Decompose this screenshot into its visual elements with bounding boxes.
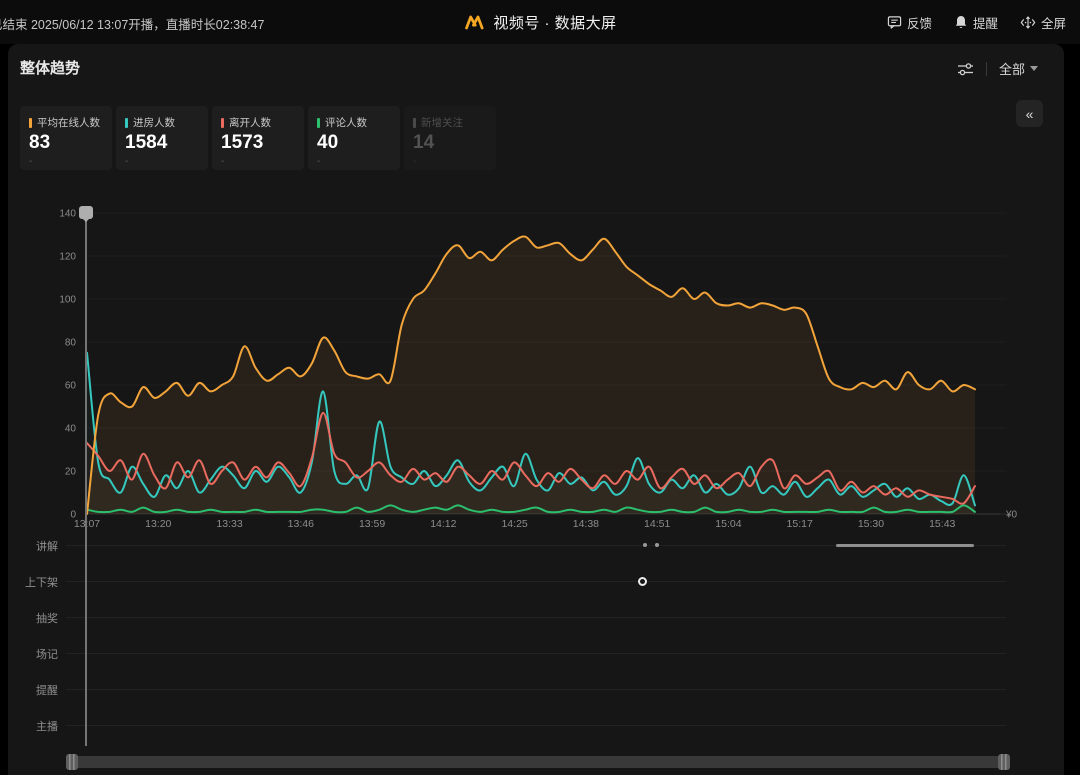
- series-color-marker: [29, 118, 32, 128]
- controls-divider: [986, 62, 987, 76]
- stat-card-head: 平均在线人数: [29, 115, 112, 130]
- alerts-button[interactable]: 提醒: [954, 13, 998, 32]
- stat-sub: -: [125, 156, 208, 167]
- track-label-3: 场记: [0, 646, 58, 662]
- series-color-marker: [317, 118, 320, 128]
- series-color-marker: [221, 118, 224, 128]
- track-label-1: 上下架: [0, 574, 58, 590]
- dashboard-root: 已结束 2025/06/12 13:07开播，直播时长02:38:47 视频号 …: [0, 0, 1080, 775]
- stat-value: 1584: [125, 133, 208, 154]
- header-actions: 反馈 提醒 全屏: [887, 0, 1066, 44]
- time-cursor-handle[interactable]: [79, 206, 93, 219]
- track-line: [66, 653, 1006, 654]
- track-label-4: 提醒: [0, 682, 58, 698]
- track-line: [66, 725, 1006, 726]
- top-header: 已结束 2025/06/12 13:07开播，直播时长02:38:47 视频号 …: [0, 0, 1080, 44]
- event-bar[interactable]: [836, 544, 975, 547]
- time-cursor-line: [85, 215, 87, 746]
- channels-logo-icon: [463, 12, 485, 32]
- feedback-button[interactable]: 反馈: [887, 13, 932, 32]
- stat-sub: -: [221, 156, 304, 167]
- fullscreen-label: 全屏: [1041, 13, 1066, 32]
- stat-label: 评论人数: [325, 115, 367, 130]
- stat-card-4[interactable]: 新增关注 14 -: [404, 106, 496, 170]
- stat-label: 离开人数: [229, 115, 271, 130]
- app-title: 视频号 · 数据大屏: [493, 12, 616, 33]
- track-line: [66, 581, 1006, 582]
- stat-label: 进房人数: [133, 115, 175, 130]
- collapse-button[interactable]: «: [1016, 100, 1043, 127]
- series-color-marker: [125, 118, 128, 128]
- stat-sub: -: [29, 156, 112, 167]
- stat-cards-row: 平均在线人数 83 - 进房人数 1584 - 离开人数 1573 - 评论人数 40 - 新增关注 14…: [20, 106, 496, 170]
- stat-label: 平均在线人数: [37, 115, 100, 130]
- chevron-down-icon: [1030, 66, 1038, 71]
- track-line: [66, 689, 1006, 690]
- track-line: [66, 617, 1006, 618]
- stat-value: 83: [29, 133, 112, 154]
- track-label-5: 主播: [0, 718, 58, 734]
- bell-icon: [954, 15, 968, 29]
- fullscreen-move-icon: [1020, 15, 1036, 30]
- stat-card-1[interactable]: 进房人数 1584 -: [116, 106, 208, 170]
- brand: 视频号 · 数据大屏: [463, 0, 616, 44]
- range-scrollbar[interactable]: [70, 756, 1004, 768]
- panel-controls: 全部: [957, 59, 1038, 78]
- stat-card-head: 评论人数: [317, 115, 400, 130]
- event-dot[interactable]: [643, 543, 647, 547]
- track-label-0: 讲解: [0, 538, 58, 554]
- fullscreen-button[interactable]: 全屏: [1020, 13, 1066, 32]
- feedback-label: 反馈: [907, 13, 932, 32]
- stat-value: 14: [413, 133, 496, 154]
- alerts-label: 提醒: [973, 13, 998, 32]
- stat-card-3[interactable]: 评论人数 40 -: [308, 106, 400, 170]
- stat-value: 40: [317, 133, 400, 154]
- stat-card-head: 新增关注: [413, 115, 496, 130]
- stat-sub: -: [317, 156, 400, 167]
- range-scrollbar-left-grip[interactable]: [66, 754, 78, 770]
- scope-dropdown-value: 全部: [999, 59, 1025, 78]
- stat-card-2[interactable]: 离开人数 1573 -: [212, 106, 304, 170]
- event-ring[interactable]: [638, 577, 647, 586]
- stat-card-head: 进房人数: [125, 115, 208, 130]
- stat-card-head: 离开人数: [221, 115, 304, 130]
- stat-label: 新增关注: [421, 115, 463, 130]
- live-status-text: 已结束 2025/06/12 13:07开播，直播时长02:38:47: [0, 14, 264, 33]
- scope-dropdown[interactable]: 全部: [999, 59, 1038, 78]
- panel-title: 整体趋势: [20, 57, 80, 78]
- stat-card-0[interactable]: 平均在线人数 83 -: [20, 106, 112, 170]
- filter-sliders-icon[interactable]: [957, 61, 974, 77]
- range-scrollbar-right-grip[interactable]: [998, 754, 1010, 770]
- stat-value: 1573: [221, 133, 304, 154]
- series-color-marker: [413, 118, 416, 128]
- stat-sub: -: [413, 156, 496, 167]
- track-label-2: 抽奖: [0, 610, 58, 626]
- feedback-bubble-icon: [887, 15, 902, 29]
